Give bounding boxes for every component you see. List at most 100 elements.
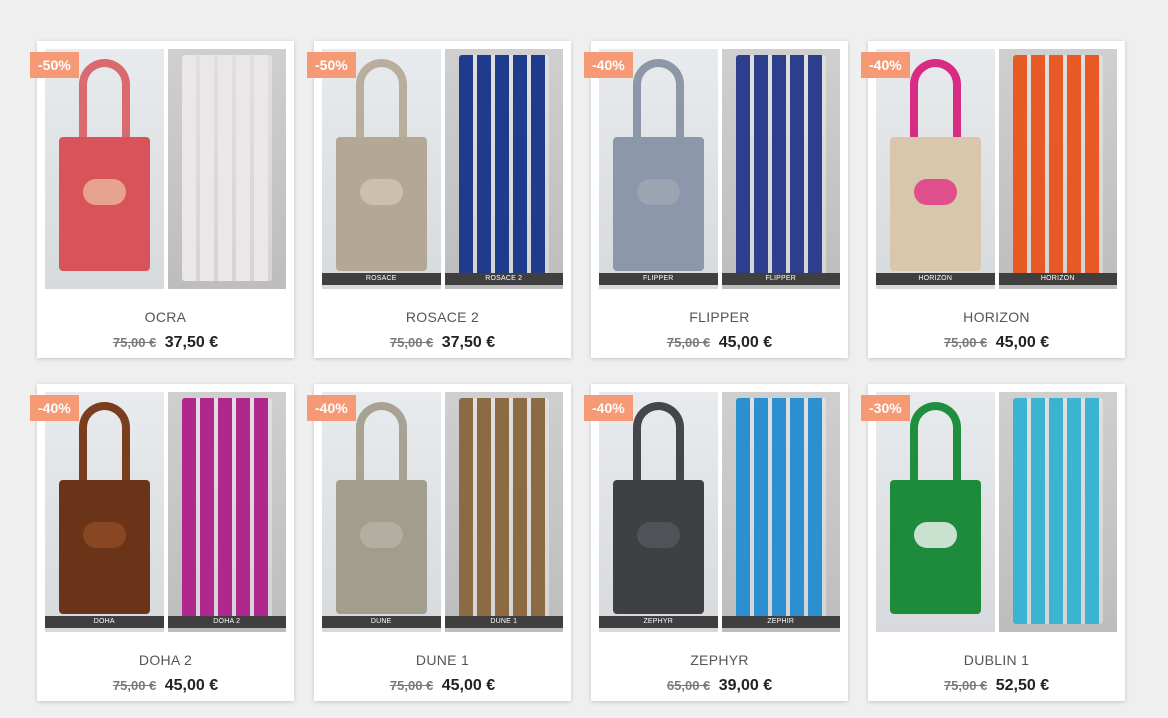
- towel-photo: DOHA 2: [167, 392, 286, 632]
- regular-price: 75,00 €: [943, 678, 988, 693]
- bag-bow: [637, 179, 680, 205]
- product-card[interactable]: HORIZON HORIZON -40% HORIZON 75,00 € 45,…: [861, 41, 1125, 358]
- product-card[interactable]: ZEPHYR ZEPHIR -40% ZEPHYR 65,00 € 39,00 …: [584, 384, 848, 701]
- sale-price: 45,00 €: [995, 334, 1050, 351]
- product-image[interactable]: ZEPHYR ZEPHIR: [599, 392, 840, 632]
- discount-badge: -40%: [307, 395, 356, 421]
- product-image[interactable]: FLIPPER FLIPPER: [599, 49, 840, 289]
- sale-price: 45,00 €: [164, 677, 219, 694]
- product-card[interactable]: ROSACE ROSACE 2 -50% ROSACE 2 75,00 € 37…: [307, 41, 571, 358]
- sale-price: 52,50 €: [995, 677, 1050, 694]
- bag-photo: DOHA: [45, 392, 164, 632]
- price-block: 75,00 € 52,50 €: [868, 677, 1125, 695]
- towel-body: [1012, 55, 1103, 281]
- price-block: 75,00 € 45,00 €: [868, 334, 1125, 352]
- product-name[interactable]: ROSACE 2: [314, 309, 571, 325]
- towel-photo: ZEPHIR: [721, 392, 840, 632]
- sale-price: 45,00 €: [718, 334, 773, 351]
- towel-photo: HORIZON: [998, 49, 1117, 289]
- towel-caption: DUNE 1: [444, 616, 563, 628]
- product-image[interactable]: [45, 49, 286, 289]
- discount-badge: -40%: [861, 52, 910, 78]
- discount-badge: -50%: [307, 52, 356, 78]
- towel-caption: ROSACE 2: [444, 273, 563, 285]
- bag-photo: DUNE: [322, 392, 441, 632]
- bag-bow: [83, 522, 126, 548]
- bag-photo: ZEPHYR: [599, 392, 718, 632]
- towel-body: [735, 398, 826, 624]
- product-card[interactable]: -50% OCRA 75,00 € 37,50 €: [30, 41, 294, 358]
- price-block: 75,00 € 37,50 €: [37, 334, 294, 352]
- bag-bow: [914, 179, 957, 205]
- product-card[interactable]: -30% DUBLIN 1 75,00 € 52,50 €: [861, 384, 1125, 701]
- towel-photo: FLIPPER: [721, 49, 840, 289]
- bag-photo: HORIZON: [876, 49, 995, 289]
- product-image[interactable]: HORIZON HORIZON: [876, 49, 1117, 289]
- sale-price: 39,00 €: [718, 677, 773, 694]
- regular-price: 75,00 €: [666, 335, 711, 350]
- regular-price: 75,00 €: [389, 335, 434, 350]
- product-card[interactable]: FLIPPER FLIPPER -40% FLIPPER 75,00 € 45,…: [584, 41, 848, 358]
- bag-photo: ROSACE: [322, 49, 441, 289]
- towel-photo: ROSACE 2: [444, 49, 563, 289]
- bag-caption: FLIPPER: [599, 273, 718, 285]
- regular-price: 75,00 €: [389, 678, 434, 693]
- bag-photo: FLIPPER: [599, 49, 718, 289]
- discount-badge: -40%: [584, 52, 633, 78]
- product-name[interactable]: DUBLIN 1: [868, 652, 1125, 668]
- discount-badge: -40%: [584, 395, 633, 421]
- bag-photo: [876, 392, 995, 632]
- bag-bow: [637, 522, 680, 548]
- towel-body: [458, 55, 549, 281]
- sale-price: 45,00 €: [441, 677, 496, 694]
- bag-bow: [360, 522, 403, 548]
- discount-badge: -40%: [30, 395, 79, 421]
- product-grid: -50% OCRA 75,00 € 37,50 € ROSACE ROSACE …: [30, 41, 1125, 701]
- discount-badge: -30%: [861, 395, 910, 421]
- price-block: 75,00 € 45,00 €: [314, 677, 571, 695]
- product-name[interactable]: HORIZON: [868, 309, 1125, 325]
- towel-body: [1012, 398, 1103, 624]
- regular-price: 65,00 €: [666, 678, 711, 693]
- towel-caption: HORIZON: [998, 273, 1117, 285]
- towel-body: [458, 398, 549, 624]
- price-block: 75,00 € 45,00 €: [37, 677, 294, 695]
- towel-caption: FLIPPER: [721, 273, 840, 285]
- product-name[interactable]: ZEPHYR: [591, 652, 848, 668]
- product-image[interactable]: ROSACE ROSACE 2: [322, 49, 563, 289]
- product-name[interactable]: DOHA 2: [37, 652, 294, 668]
- product-name[interactable]: OCRA: [37, 309, 294, 325]
- bag-caption: DUNE: [322, 616, 441, 628]
- bag-caption: HORIZON: [876, 273, 995, 285]
- bag-bow: [360, 179, 403, 205]
- towel-body: [181, 398, 272, 624]
- price-block: 65,00 € 39,00 €: [591, 677, 848, 695]
- product-image[interactable]: DOHA DOHA 2: [45, 392, 286, 632]
- regular-price: 75,00 €: [112, 335, 157, 350]
- product-name[interactable]: FLIPPER: [591, 309, 848, 325]
- sale-price: 37,50 €: [441, 334, 496, 351]
- bag-photo: [45, 49, 164, 289]
- sale-price: 37,50 €: [164, 334, 219, 351]
- towel-body: [735, 55, 826, 281]
- product-image[interactable]: DUNE DUNE 1: [322, 392, 563, 632]
- bag-caption: ZEPHYR: [599, 616, 718, 628]
- discount-badge: -50%: [30, 52, 79, 78]
- towel-photo: [998, 392, 1117, 632]
- product-image[interactable]: [876, 392, 1117, 632]
- bag-caption: ROSACE: [322, 273, 441, 285]
- product-name[interactable]: DUNE 1: [314, 652, 571, 668]
- towel-body: [181, 55, 272, 281]
- bag-bow: [83, 179, 126, 205]
- product-card[interactable]: DUNE DUNE 1 -40% DUNE 1 75,00 € 45,00 €: [307, 384, 571, 701]
- price-block: 75,00 € 45,00 €: [591, 334, 848, 352]
- regular-price: 75,00 €: [112, 678, 157, 693]
- price-block: 75,00 € 37,50 €: [314, 334, 571, 352]
- towel-photo: DUNE 1: [444, 392, 563, 632]
- towel-caption: ZEPHIR: [721, 616, 840, 628]
- towel-caption: DOHA 2: [167, 616, 286, 628]
- bag-caption: DOHA: [45, 616, 164, 628]
- towel-photo: [167, 49, 286, 289]
- product-card[interactable]: DOHA DOHA 2 -40% DOHA 2 75,00 € 45,00 €: [30, 384, 294, 701]
- bag-bow: [914, 522, 957, 548]
